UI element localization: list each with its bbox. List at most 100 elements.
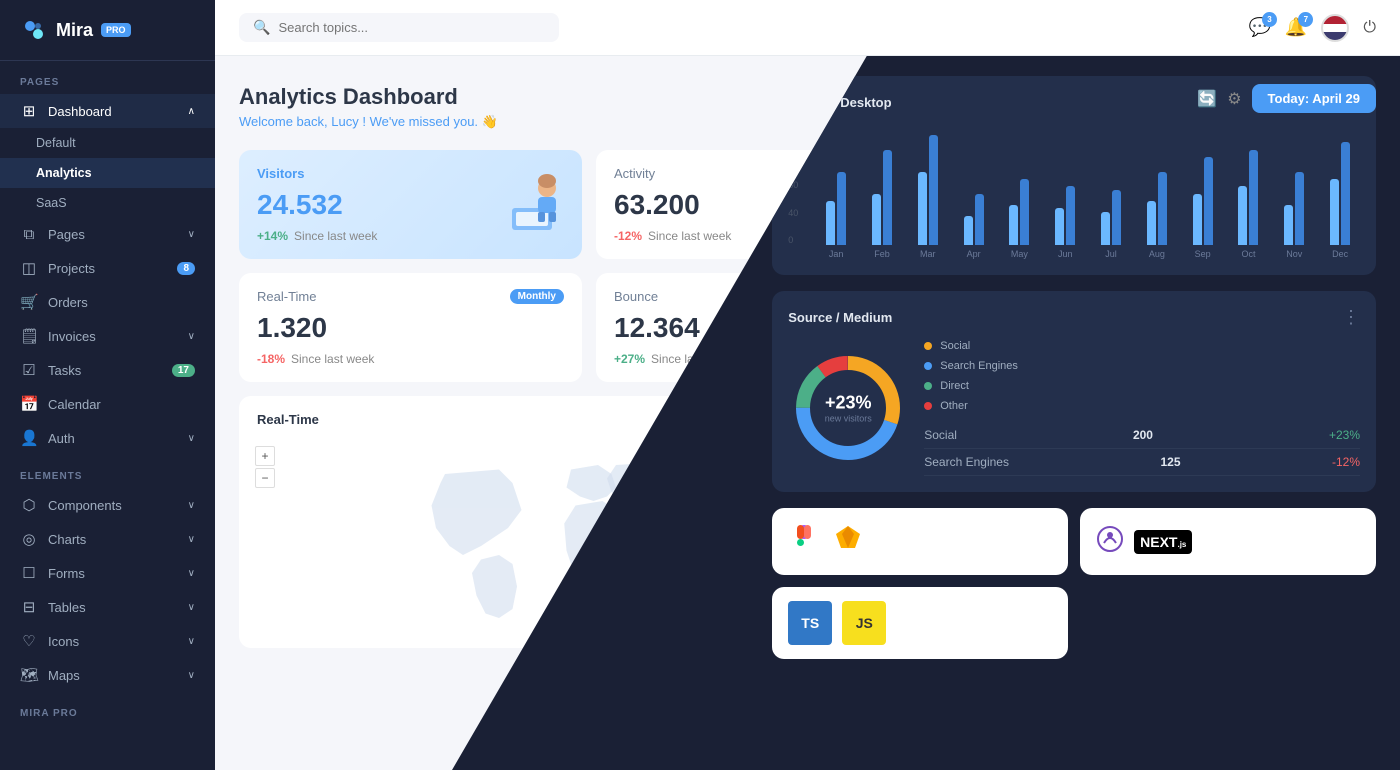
source-search-val: 125 — [1160, 455, 1180, 469]
sidebar-item-projects[interactable]: ◫ Projects 8 — [0, 251, 215, 285]
bar-pair — [1009, 179, 1029, 245]
sidebar-item-components[interactable]: ⬡ Components ∨ — [0, 488, 215, 522]
bar-mobile — [918, 172, 927, 245]
source-medium-more[interactable]: ⋮ — [1342, 307, 1360, 328]
bar-desktop — [975, 194, 984, 245]
pages-section-label: PAGES — [0, 61, 215, 94]
donut-subtitle: new visitors — [825, 414, 872, 424]
bar-month-label: Oct — [1229, 249, 1269, 259]
bar-group-mar — [908, 135, 948, 245]
activity-change: -12% — [614, 229, 642, 243]
sidebar-item-tasks[interactable]: ☑ Tasks 17 — [0, 353, 215, 387]
sidebar-item-label: Invoices — [48, 329, 96, 344]
nextjs-logo: NEXT.js — [1134, 530, 1192, 554]
chat-badge: 3 — [1262, 12, 1277, 27]
visitors-label: Visitors — [257, 166, 304, 181]
power-button[interactable]: ⏻ — [1363, 19, 1376, 37]
bar-group-jul — [1091, 190, 1131, 245]
bounce-label: Bounce — [614, 289, 658, 304]
donut-chart: +23% new visitors — [788, 348, 908, 468]
filter-button[interactable]: ⚙ — [1227, 89, 1241, 109]
bar-group-jan — [816, 172, 856, 245]
source-social-change: +23% — [1329, 428, 1360, 442]
bar-group-sep — [1183, 157, 1223, 245]
bar-pair — [1193, 157, 1213, 245]
date-button[interactable]: Today: April 29 — [1252, 84, 1376, 113]
chevron-down-icon: ∨ — [188, 229, 195, 240]
tasks-badge: 17 — [172, 364, 195, 377]
dark-charts-container: Mobile / Desktop ⋮ 160 120 80 40 0 — [748, 56, 1400, 770]
map-zoom-out-button[interactable]: − — [255, 468, 275, 488]
sidebar-sub-label: SaaS — [36, 196, 67, 210]
projects-icon: ◫ — [20, 259, 38, 277]
sidebar-item-label: Icons — [48, 634, 79, 649]
bar-desktop — [1066, 186, 1075, 245]
sidebar-item-maps[interactable]: 🗺 Maps ∨ — [0, 658, 215, 692]
realtime-value: 1.320 — [257, 312, 564, 344]
source-medium-card: Source / Medium ⋮ — [772, 291, 1376, 492]
bar-month-label: Apr — [954, 249, 994, 259]
orders-icon: 🛒 — [20, 293, 38, 311]
visitors-illustration — [492, 160, 572, 240]
calendar-icon: 📅 — [20, 395, 38, 413]
bar-month-label: Feb — [862, 249, 902, 259]
sidebar-item-saas[interactable]: SaaS — [0, 188, 215, 218]
bar-desktop — [1249, 150, 1258, 245]
bar-pair — [1147, 172, 1167, 245]
search-box[interactable]: 🔍 — [239, 13, 559, 42]
donut-legend: Social Search Engines Direct — [924, 340, 1360, 412]
invoices-icon: 🗒 — [20, 327, 38, 345]
chevron-down-icon: ∨ — [188, 500, 195, 511]
bell-button[interactable]: 🔔 7 — [1285, 17, 1307, 38]
sidebar-item-orders[interactable]: 🛒 Orders — [0, 285, 215, 319]
map-zoom-in-button[interactable]: + — [255, 446, 275, 466]
sidebar-item-invoices[interactable]: 🗒 Invoices ∨ — [0, 319, 215, 353]
sidebar-item-auth[interactable]: 👤 Auth ∨ — [0, 421, 215, 455]
sidebar-item-dashboard[interactable]: ⊞ Dashboard ∧ — [0, 94, 215, 128]
realtime-header: Real-Time Monthly — [257, 289, 564, 304]
bar-pair — [1284, 172, 1304, 245]
js-tools-card: NEXT.js — [1080, 508, 1376, 575]
bar-mobile — [1055, 208, 1064, 245]
sidebar-item-default[interactable]: Default — [0, 128, 215, 158]
donut-container: +23% new visitors Social — [788, 340, 1360, 476]
source-social-name: Social — [924, 428, 957, 442]
bar-month-label: Jan — [816, 249, 856, 259]
chevron-down-icon: ∨ — [188, 534, 195, 545]
main-content: 🔍 💬 3 🔔 7 ⏻ Analytics Dashboard — [215, 0, 1400, 770]
bar-mobile — [1101, 212, 1110, 245]
language-flag[interactable] — [1321, 14, 1349, 42]
refresh-button[interactable]: 🔄 — [1197, 89, 1217, 109]
bar-group-apr — [954, 194, 994, 245]
bar-month-label: Dec — [1320, 249, 1360, 259]
bar-month-label: Aug — [1137, 249, 1177, 259]
search-input[interactable] — [278, 20, 545, 35]
sidebar-item-label: Maps — [48, 668, 80, 683]
bar-group-jun — [1045, 186, 1085, 245]
sidebar-item-calendar[interactable]: 📅 Calendar — [0, 387, 215, 421]
brand-name: Mira — [56, 20, 93, 41]
bar-mobile — [1009, 205, 1018, 245]
chevron-down-icon: ∨ — [188, 602, 195, 613]
bar-desktop — [929, 135, 938, 245]
bottom-dark-row: Source / Medium ⋮ — [772, 291, 1376, 492]
source-social-val: 200 — [1133, 428, 1153, 442]
source-legend: Social Search Engines Direct — [924, 340, 1360, 476]
charts-icon: ◎ — [20, 530, 38, 548]
sidebar-item-charts[interactable]: ◎ Charts ∨ — [0, 522, 215, 556]
sidebar-item-pages[interactable]: ⧉ Pages ∨ — [0, 218, 215, 251]
bar-mobile — [1193, 194, 1202, 245]
sidebar: Mira PRO PAGES ⊞ Dashboard ∧ Default Ana… — [0, 0, 215, 770]
bar-mobile — [1147, 201, 1156, 245]
realtime-change: -18% — [257, 352, 285, 366]
search-icon: 🔍 — [253, 19, 270, 36]
sidebar-item-label: Tables — [48, 600, 86, 615]
chevron-down-icon: ∨ — [188, 331, 195, 342]
bar-group-oct — [1229, 150, 1269, 245]
sidebar-item-tables[interactable]: ⊟ Tables ∨ — [0, 590, 215, 624]
sidebar-item-icons[interactable]: ♡ Icons ∨ — [0, 624, 215, 658]
notifications-button[interactable]: 💬 3 — [1249, 17, 1271, 38]
sidebar-item-analytics[interactable]: Analytics — [0, 158, 215, 188]
visitors-change: +14% — [257, 229, 288, 243]
sidebar-item-forms[interactable]: ☐ Forms ∨ — [0, 556, 215, 590]
